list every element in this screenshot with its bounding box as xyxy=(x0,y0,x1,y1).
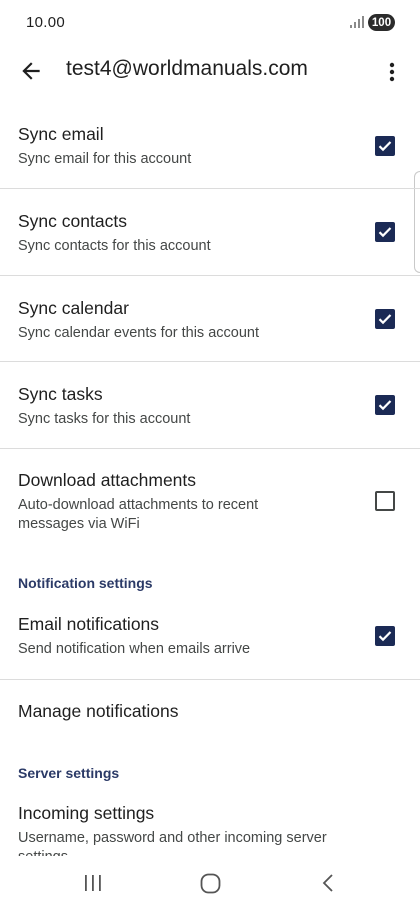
sync-email-checkbox[interactable] xyxy=(375,136,395,156)
check-icon xyxy=(378,227,392,238)
setting-title: Sync email xyxy=(18,124,104,144)
setting-subtitle: Auto-download attachments to recent mess… xyxy=(18,497,259,532)
setting-title: Sync contacts xyxy=(18,211,127,231)
setting-subtitle: Sync email for this account xyxy=(18,151,192,167)
sync-contacts-checkbox[interactable] xyxy=(375,222,395,242)
setting-title: Download attachments xyxy=(18,470,197,490)
setting-incoming-settings[interactable]: Incoming settings Username, password and… xyxy=(0,788,420,856)
setting-sync-email[interactable]: Sync email Sync email for this account xyxy=(0,112,420,188)
setting-title: Email notifications xyxy=(18,614,160,634)
signal-icon xyxy=(350,16,364,28)
back-arrow-icon[interactable] xyxy=(18,58,44,84)
download-attachments-checkbox[interactable] xyxy=(375,491,395,511)
navigation-bar xyxy=(0,856,420,910)
home-icon[interactable] xyxy=(200,873,221,894)
app-bar: test4@worldmanuals.com xyxy=(0,46,420,98)
battery-badge: 100 xyxy=(368,14,395,31)
check-icon xyxy=(378,631,392,642)
setting-subtitle: Sync tasks for this account xyxy=(18,411,191,427)
setting-download-attachments[interactable]: Download attachments Auto-download attac… xyxy=(0,449,420,551)
recents-icon[interactable] xyxy=(83,874,103,892)
nav-back-icon[interactable] xyxy=(321,873,335,893)
setting-sync-tasks[interactable]: Sync tasks Sync tasks for this account xyxy=(0,362,420,448)
setting-title: Sync tasks xyxy=(18,384,103,404)
check-icon xyxy=(378,400,392,411)
status-time: 10.00 xyxy=(26,14,66,31)
notification-settings-header: Notification settings xyxy=(18,575,153,591)
setting-email-notifications[interactable]: Email notifications Send notification wh… xyxy=(0,598,420,678)
setting-subtitle: Sync calendar events for this account xyxy=(18,325,259,341)
check-icon xyxy=(378,141,392,152)
email-notifications-checkbox[interactable] xyxy=(375,626,395,646)
setting-title: Manage notifications xyxy=(18,701,179,721)
setting-sync-calendar[interactable]: Sync calendar Sync calendar events for t… xyxy=(0,276,420,362)
setting-title: Sync calendar xyxy=(18,298,129,318)
setting-subtitle: Sync contacts for this account xyxy=(18,238,211,254)
page-title: test4@worldmanuals.com xyxy=(66,57,308,80)
setting-sync-contacts[interactable]: Sync contacts Sync contacts for this acc… xyxy=(0,189,420,275)
setting-title: Incoming settings xyxy=(18,803,155,823)
setting-subtitle: Username, password and other incoming se… xyxy=(18,830,327,856)
setting-subtitle: Send notification when emails arrive xyxy=(18,641,251,657)
sync-tasks-checkbox[interactable] xyxy=(375,395,395,415)
check-icon xyxy=(378,314,392,325)
sync-calendar-checkbox[interactable] xyxy=(375,309,395,329)
server-settings-header: Server settings xyxy=(18,765,120,781)
setting-manage-notifications[interactable]: Manage notifications xyxy=(0,680,420,744)
status-bar: 10.00 100 xyxy=(0,0,420,46)
more-vert-icon[interactable] xyxy=(380,58,404,86)
